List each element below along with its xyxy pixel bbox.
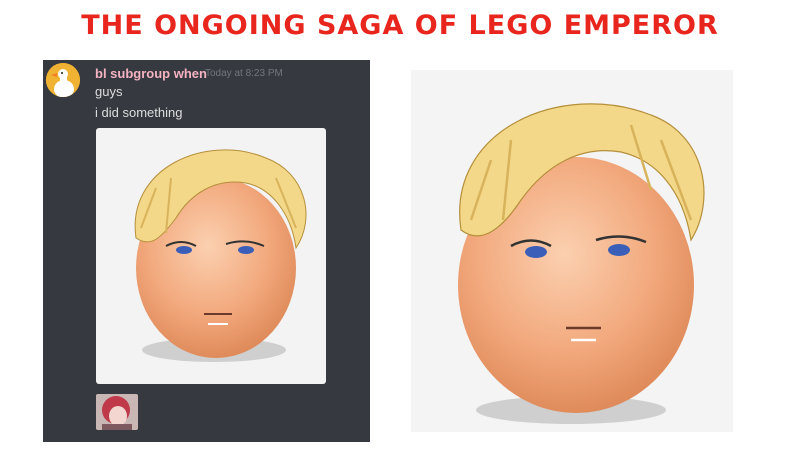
egg-face-image-large-frame bbox=[411, 70, 733, 432]
egg-face-image-large bbox=[458, 103, 705, 424]
image-attachment[interactable] bbox=[96, 128, 326, 384]
egg-face-image-small bbox=[134, 149, 307, 362]
goose-avatar-icon[interactable] bbox=[46, 63, 80, 97]
message-line-2: i did something bbox=[95, 105, 183, 120]
meme-title: THE ONGOING SAGA OF LEGO EMPEROR bbox=[81, 10, 719, 41]
message-line-1: guys bbox=[95, 84, 123, 99]
red-haired-anime-thumbnail[interactable] bbox=[96, 394, 138, 430]
chat-message-panel: bl subgroup when Today at 8:23 PM guys i… bbox=[43, 60, 370, 442]
message-timestamp: Today at 8:23 PM bbox=[205, 68, 283, 79]
message-username[interactable]: bl subgroup when bbox=[95, 66, 207, 81]
